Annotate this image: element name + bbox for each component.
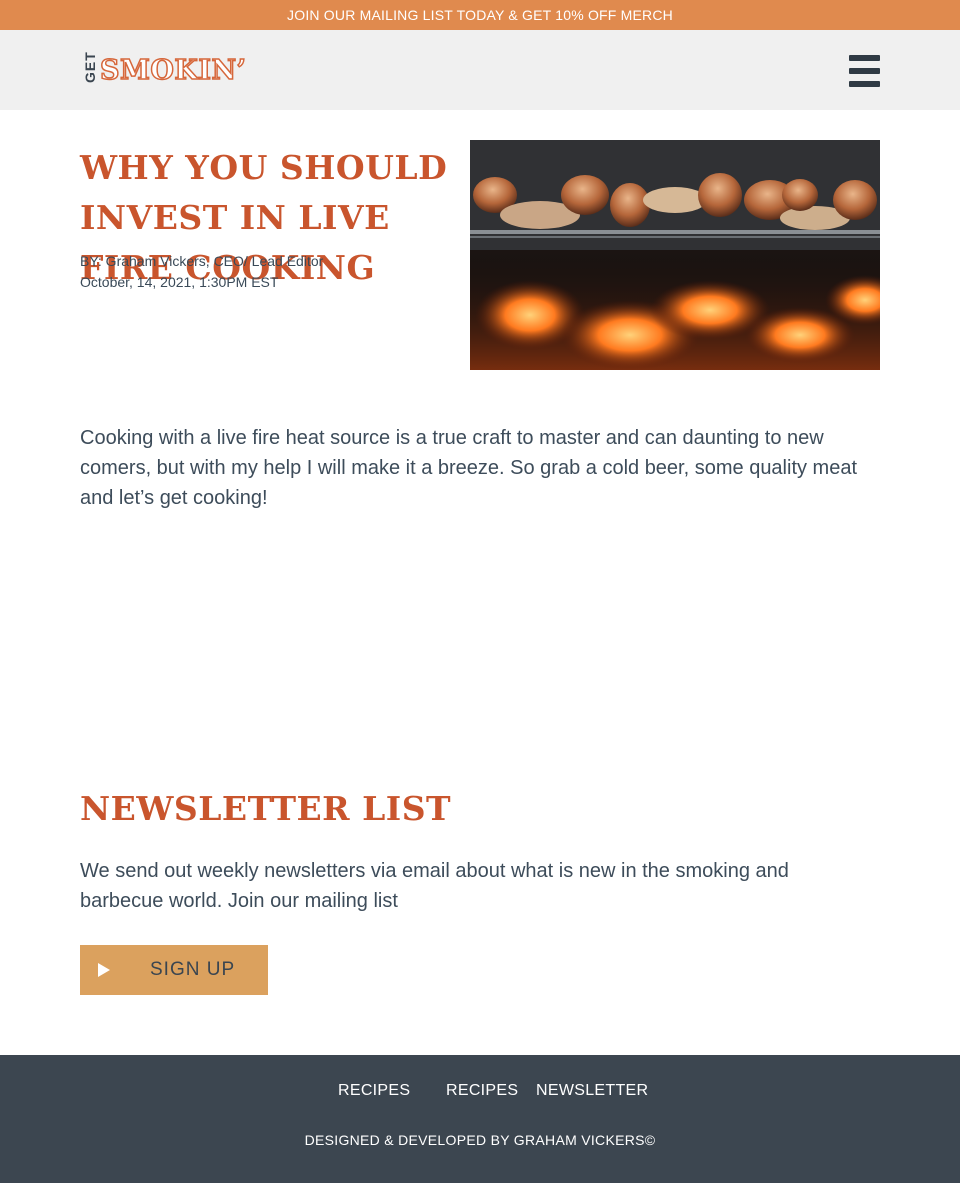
sign-up-button[interactable]: SIGN UP bbox=[80, 945, 268, 995]
article-intro: Cooking with a live fire heat source is … bbox=[80, 427, 858, 509]
menu-bar bbox=[849, 81, 880, 87]
site-footer: RECIPES RECIPES NEWSLETTER DESIGNED & DE… bbox=[0, 1055, 960, 1183]
hero-image bbox=[470, 140, 880, 370]
promo-banner[interactable]: JOIN OUR MAILING LIST TODAY & GET 10% OF… bbox=[0, 0, 960, 30]
footer-link-recipes-2[interactable]: RECIPES bbox=[446, 1082, 518, 1100]
menu-bar bbox=[849, 55, 880, 61]
site-header: GET SMOKIN’ bbox=[0, 30, 960, 110]
article-date: October, 14, 2021, 1:30PM EST bbox=[80, 274, 279, 290]
play-icon bbox=[98, 963, 110, 977]
footer-link-newsletter[interactable]: NEWSLETTER bbox=[536, 1082, 648, 1100]
grill-fire-illustration bbox=[470, 140, 880, 370]
promo-banner-text[interactable]: JOIN OUR MAILING LIST TODAY & GET 10% OF… bbox=[287, 7, 673, 23]
site-logo[interactable]: GET SMOKIN’ bbox=[80, 51, 247, 88]
hamburger-menu-icon[interactable] bbox=[848, 55, 882, 87]
menu-bar bbox=[849, 68, 880, 74]
footer-credits: DESIGNED & DEVELOPED BY GRAHAM VICKERS© bbox=[304, 1132, 656, 1148]
newsletter-description: We send out weekly newsletters via email… bbox=[80, 860, 789, 912]
footer-link-recipes[interactable]: RECIPES bbox=[338, 1082, 410, 1100]
article-byline: BY: Graham Vickers, CEO/ Lead Editor Oct… bbox=[80, 251, 323, 293]
logo-get-text: GET bbox=[82, 51, 98, 83]
article-author: BY: Graham Vickers, CEO/ Lead Editor bbox=[80, 253, 324, 269]
logo-smokin-text: SMOKIN’ bbox=[99, 54, 247, 87]
newsletter-title: NEWSLETTER LIST bbox=[80, 789, 452, 828]
sign-up-label: SIGN UP bbox=[150, 959, 236, 980]
